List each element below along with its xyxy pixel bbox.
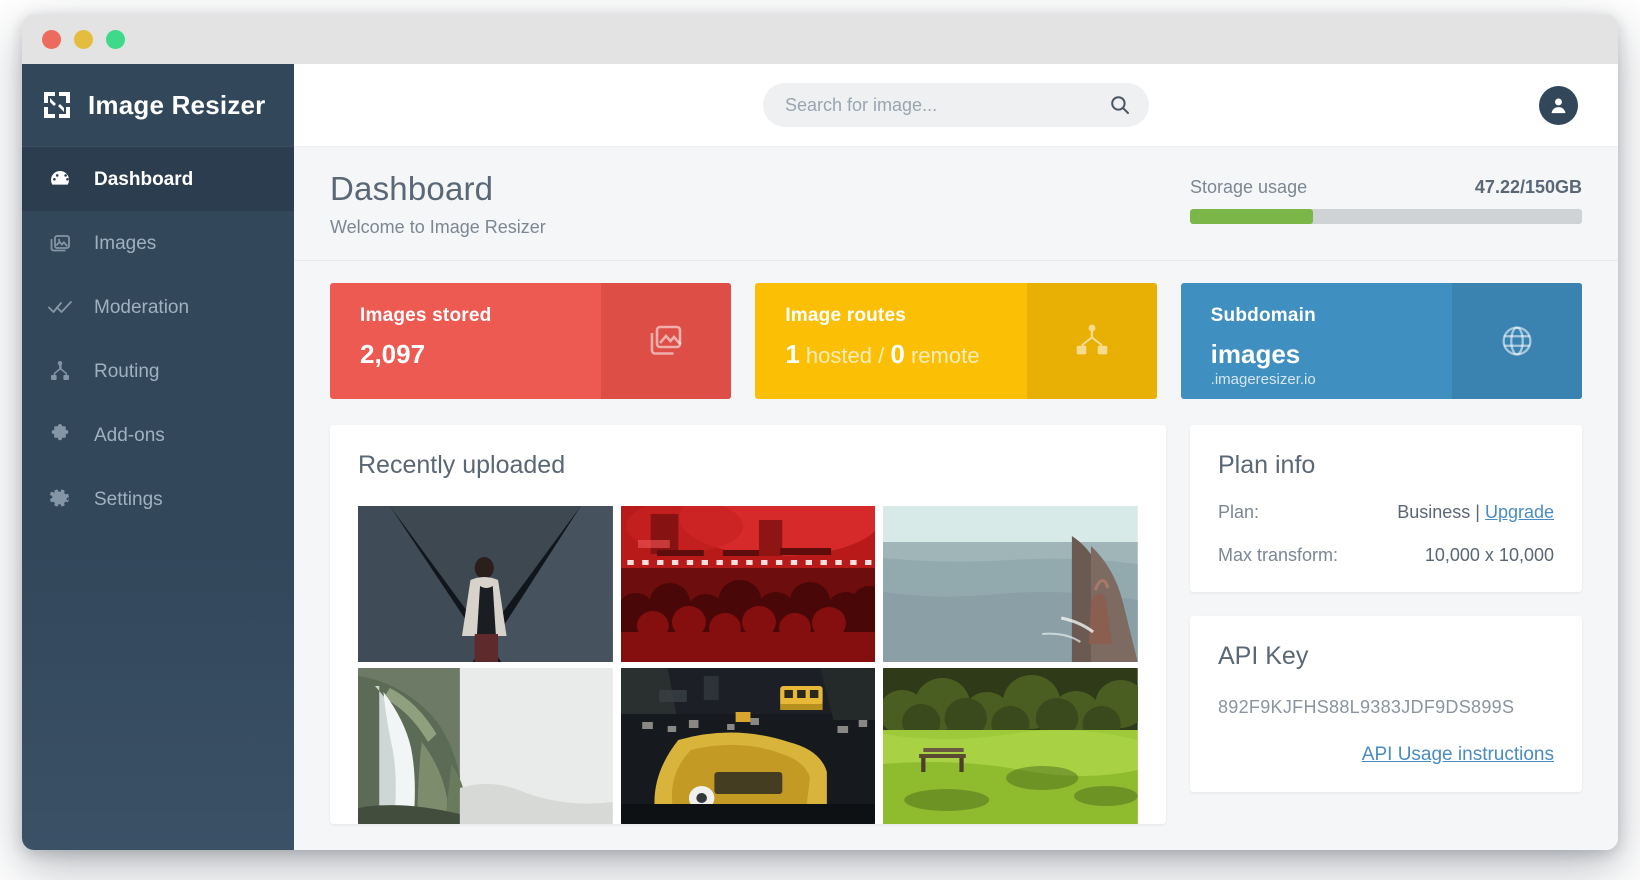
plan-info-panel: Plan info Plan: Business | Upgrade Max t… (1190, 424, 1582, 592)
thumbnail-item[interactable] (883, 667, 1138, 824)
stat-card-subdomain[interactable]: Subdomain images .imageresizer.io (1180, 282, 1582, 399)
storage-usage-value: 47.22/150GB (1474, 177, 1582, 197)
upgrade-link[interactable]: Upgrade (1485, 502, 1554, 522)
sidebar: Image Resizer Dashboard Images Moderatio… (22, 64, 294, 850)
topbar (294, 64, 1618, 147)
stat-card-value: 1 hosted / 0 remote (785, 339, 1026, 370)
plan-info-title: Plan info (1218, 450, 1316, 479)
routes-hosted-count: 1 (785, 338, 800, 369)
plan-label: Plan: (1218, 501, 1260, 522)
search-icon[interactable] (1109, 94, 1131, 116)
window-titlebar (22, 14, 1618, 64)
page-title: Dashboard (330, 170, 494, 207)
dashboard-content: Images stored 2,097 Image routes 1 hoste… (294, 261, 1618, 850)
max-transform-value: 10,000 x 10,000 (1424, 544, 1554, 565)
search-container (763, 83, 1149, 127)
browser-window: Image Resizer Dashboard Images Moderatio… (22, 14, 1618, 850)
thumbnail-item[interactable] (620, 667, 876, 824)
sitemap-icon (1026, 282, 1157, 399)
stat-card-image-routes[interactable]: Image routes 1 hosted / 0 remote (755, 282, 1157, 399)
routes-remote-label: remote (910, 342, 980, 368)
api-key-value[interactable]: 892F9KJFHS88L9383JDF9DS899S (1218, 697, 1554, 718)
sidebar-item-label: Settings (94, 488, 163, 510)
close-window-button[interactable] (42, 29, 61, 49)
storage-progress-fill (1190, 209, 1314, 224)
plan-row: Plan: Business | Upgrade (1218, 502, 1554, 523)
puzzle-icon (46, 422, 74, 448)
images-stack-icon (601, 282, 732, 399)
sidebar-item-label: Images (94, 232, 157, 254)
sidebar-item-moderation[interactable]: Moderation (22, 275, 294, 339)
globe-icon (1451, 282, 1582, 399)
brand-title: Image Resizer (88, 89, 266, 120)
page-header: Dashboard Welcome to Image Resizer Stora… (294, 147, 1618, 261)
sidebar-item-label: Dashboard (94, 168, 194, 190)
max-transform-label: Max transform: (1218, 544, 1339, 565)
stat-card-title: Subdomain (1210, 304, 1316, 326)
stat-card-row: Images stored 2,097 Image routes 1 hoste… (330, 282, 1582, 399)
resize-logo-icon (42, 90, 72, 120)
thumbnail-grid (358, 505, 1138, 824)
api-key-title: API Key (1218, 641, 1309, 670)
page-subtitle: Welcome to Image Resizer (330, 216, 546, 237)
sidebar-item-routing[interactable]: Routing (22, 339, 294, 403)
sidebar-item-settings[interactable]: Settings (22, 467, 294, 531)
sidebar-item-label: Add-ons (94, 424, 165, 446)
stat-card-body: Images stored 2,097 (330, 283, 601, 399)
app-body: Image Resizer Dashboard Images Moderatio… (22, 64, 1618, 850)
stat-card-images-stored[interactable]: Images stored 2,097 (330, 282, 732, 399)
sidebar-item-addons[interactable]: Add-ons (22, 403, 294, 467)
thumbnail-item[interactable] (883, 505, 1138, 662)
stat-card-title: Image routes (785, 304, 906, 326)
recently-uploaded-title: Recently uploaded (358, 450, 566, 479)
api-usage-link-row: API Usage instructions (1218, 744, 1554, 766)
stat-card-value: images (1210, 338, 1301, 369)
sidebar-nav: Dashboard Images Moderation Routing Add-… (22, 147, 294, 531)
stat-card-value: 2,097 (360, 338, 426, 369)
search-box[interactable] (763, 83, 1149, 127)
routes-remote-count: 0 (890, 338, 905, 369)
max-transform-row: Max transform: 10,000 x 10,000 (1218, 545, 1554, 566)
storage-usage-label: Storage usage (1190, 177, 1308, 197)
lower-section: Recently uploaded Plan info Plan: Busine… (330, 424, 1582, 824)
brand[interactable]: Image Resizer (22, 64, 294, 147)
stat-card-body: Subdomain images .imageresizer.io (1181, 283, 1452, 399)
minimize-window-button[interactable] (74, 29, 93, 49)
maximize-window-button[interactable] (106, 29, 125, 49)
api-key-panel: API Key 892F9KJFHS88L9383JDF9DS899S API … (1190, 615, 1582, 792)
double-check-icon (46, 294, 74, 320)
thumbnail-item[interactable] (620, 505, 876, 662)
user-avatar-icon[interactable] (1539, 85, 1578, 125)
recently-uploaded-panel: Recently uploaded (330, 424, 1166, 824)
images-icon (46, 230, 74, 256)
storage-progress-track (1190, 209, 1582, 224)
plan-divider: | (1475, 501, 1480, 522)
gear-icon (46, 486, 74, 512)
stat-card-title: Images stored (360, 304, 492, 326)
stat-card-body: Image routes 1 hosted / 0 remote (755, 283, 1026, 399)
thumbnail-item[interactable] (358, 505, 613, 662)
sitemap-icon (46, 358, 74, 384)
storage-usage-row: Storage usage 47.22/150GB (1190, 177, 1582, 198)
speedometer-icon (46, 166, 74, 192)
subdomain-suffix: .imageresizer.io (1210, 370, 1316, 388)
routes-hosted-label: hosted (805, 342, 872, 368)
plan-value-group: Business | Upgrade (1397, 502, 1554, 523)
plan-value: Business (1397, 501, 1471, 522)
api-usage-instructions-link[interactable]: API Usage instructions (1362, 744, 1554, 765)
sidebar-item-images[interactable]: Images (22, 211, 294, 275)
sidebar-item-label: Routing (94, 360, 160, 382)
main-column: Dashboard Welcome to Image Resizer Stora… (294, 64, 1618, 850)
page-title-group: Dashboard Welcome to Image Resizer (330, 170, 546, 238)
storage-usage: Storage usage 47.22/150GB (1190, 171, 1582, 224)
thumbnail-item[interactable] (358, 667, 613, 824)
sidebar-item-dashboard[interactable]: Dashboard (22, 147, 294, 211)
right-column: Plan info Plan: Business | Upgrade Max t… (1190, 424, 1582, 824)
sidebar-item-label: Moderation (94, 296, 190, 318)
search-input[interactable] (785, 94, 1109, 116)
